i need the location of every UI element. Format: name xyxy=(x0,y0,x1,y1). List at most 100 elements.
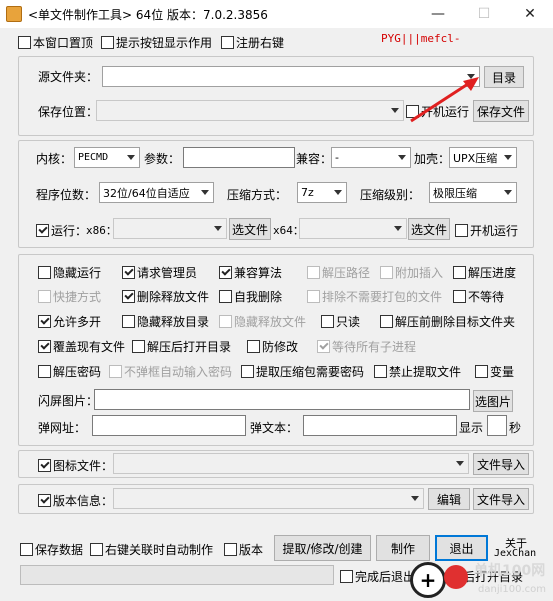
compress-method-select[interactable]: 7z xyxy=(297,182,347,203)
x86-combo[interactable] xyxy=(113,218,227,239)
extract-progress-checkbox[interactable]: 解压进度 xyxy=(453,264,516,281)
kernel-label: 内核： xyxy=(36,152,73,166)
make-button[interactable]: 制作 xyxy=(376,535,430,561)
red-arrow-annotation xyxy=(410,77,479,123)
wait-all-subprocesses-checkbox[interactable]: 等待所有子进程 xyxy=(317,338,416,355)
chevron-down-icon xyxy=(456,461,464,466)
forbid-extract-checkbox[interactable]: 禁止提取文件 xyxy=(374,363,461,380)
exclude-files-checkbox[interactable]: 排除不需要打包的文件 xyxy=(307,288,442,305)
chevron-down-icon xyxy=(411,496,419,501)
compat-select[interactable]: - xyxy=(331,147,411,168)
progress-bar xyxy=(20,565,334,585)
splash-image-label: 闪屏图片： xyxy=(38,394,99,408)
x64-autostart-checkbox[interactable]: 开机运行 xyxy=(455,222,518,239)
version-info-combo[interactable] xyxy=(113,488,424,509)
version-file-import-button[interactable]: 文件导入 xyxy=(473,488,529,510)
popup-url-label: 弹网址： xyxy=(38,421,87,435)
run-checkbox[interactable]: 运行： xyxy=(36,222,87,239)
icon-file-combo[interactable] xyxy=(113,453,469,474)
delete-target-before-extract-checkbox[interactable]: 解压前删除目标文件夹 xyxy=(380,313,515,330)
kernel-select[interactable]: PECMD xyxy=(74,147,140,168)
select-x64-file-button[interactable]: 选文件 xyxy=(408,218,450,240)
app-icon xyxy=(6,6,22,22)
bits-label: 程序位数： xyxy=(36,188,97,202)
chevron-down-icon xyxy=(391,108,399,113)
tag-text: PYG|||mefcl- xyxy=(381,32,461,45)
icon-file-checkbox[interactable]: 图标文件： xyxy=(38,457,113,474)
attach-insert-checkbox[interactable]: 附加插入 xyxy=(380,264,443,281)
compat-algorithm-checkbox[interactable]: 兼容算法 xyxy=(219,264,282,281)
save-location-label: 保存位置： xyxy=(38,105,99,119)
source-folder-label: 源文件夹： xyxy=(38,70,99,84)
shell-label: 加壳： xyxy=(414,152,451,166)
bits-select[interactable]: 32位/64位自适应 xyxy=(99,182,214,203)
self-delete-checkbox[interactable]: 自我删除 xyxy=(219,288,282,305)
compress-method-label: 压缩方式： xyxy=(227,188,288,202)
hide-release-files-checkbox[interactable]: 隐藏释放文件 xyxy=(219,313,306,330)
exit-after-done-checkbox[interactable]: 完成后退出 xyxy=(340,568,415,585)
select-x86-file-button[interactable]: 选文件 xyxy=(229,218,271,240)
save-data-checkbox[interactable]: 保存数据 xyxy=(20,541,83,558)
close-button[interactable]: ✕ xyxy=(507,0,553,28)
watermark-logo-icon: + xyxy=(410,562,446,598)
maximize-button[interactable]: ☐ xyxy=(461,0,507,28)
edit-version-button[interactable]: 编辑 xyxy=(428,488,470,510)
shell-select[interactable]: UPX压缩 xyxy=(449,147,517,168)
popup-text-label: 弹文本： xyxy=(250,421,299,435)
seconds-input[interactable] xyxy=(487,415,507,436)
popup-text-input[interactable] xyxy=(303,415,457,436)
auto-input-password-checkbox[interactable]: 不弹框自动输入密码 xyxy=(109,363,232,380)
variable-checkbox[interactable]: 变量 xyxy=(475,363,514,380)
no-wait-checkbox[interactable]: 不等待 xyxy=(453,288,504,305)
watermark-url: danji100.com xyxy=(478,584,546,595)
icon-file-import-button[interactable]: 文件导入 xyxy=(473,453,529,475)
chevron-down-icon xyxy=(127,155,135,160)
params-label: 参数： xyxy=(144,152,181,166)
save-location-combo[interactable] xyxy=(96,100,404,121)
chevron-down-icon xyxy=(504,190,512,195)
compress-level-label: 压缩级别： xyxy=(360,188,421,202)
extract-modify-create-button[interactable]: 提取/修改/创建 xyxy=(274,535,371,561)
overwrite-existing-checkbox[interactable]: 覆盖现有文件 xyxy=(38,338,125,355)
minimize-button[interactable]: — xyxy=(415,0,461,28)
compress-level-select[interactable]: 极限压缩 xyxy=(429,182,517,203)
chevron-down-icon xyxy=(398,155,406,160)
window-title: <单文件制作工具> 64位 版本：7.0.2.3856 xyxy=(28,8,268,22)
params-input[interactable] xyxy=(183,147,295,168)
open-dir-after-extract-checkbox[interactable]: 解压后打开目录 xyxy=(132,338,231,355)
extract-password-checkbox[interactable]: 解压密码 xyxy=(38,363,101,380)
allow-multi-instance-checkbox[interactable]: 允许多开 xyxy=(38,313,101,330)
hide-release-dir-checkbox[interactable]: 隐藏释放目录 xyxy=(122,313,209,330)
popup-url-input[interactable] xyxy=(92,415,246,436)
exit-button[interactable]: 退出 xyxy=(435,535,488,561)
show-button-tips-checkbox[interactable]: 提示按钮显示作用 xyxy=(101,34,212,51)
chevron-down-icon xyxy=(214,226,222,231)
anti-modify-checkbox[interactable]: 防修改 xyxy=(247,338,298,355)
x64-combo[interactable] xyxy=(299,218,407,239)
hide-run-checkbox[interactable]: 隐藏运行 xyxy=(38,264,101,281)
version-checkbox[interactable]: 版本 xyxy=(224,541,263,558)
splash-image-input[interactable] xyxy=(94,389,470,410)
chevron-down-icon xyxy=(504,155,512,160)
watermark-text: 单机100网 xyxy=(474,563,546,579)
chevron-down-icon xyxy=(394,226,402,231)
delete-released-files-checkbox[interactable]: 删除释放文件 xyxy=(122,288,209,305)
read-only-checkbox[interactable]: 只读 xyxy=(321,313,360,330)
chevron-down-icon xyxy=(201,190,209,195)
register-right-click-checkbox[interactable]: 注册右键 xyxy=(221,34,284,51)
dir-button[interactable]: 目录 xyxy=(484,66,524,88)
request-admin-checkbox[interactable]: 请求管理员 xyxy=(122,264,197,281)
extract-requires-password-checkbox[interactable]: 提取压缩包需要密码 xyxy=(241,363,364,380)
select-image-button[interactable]: 选图片 xyxy=(473,390,513,412)
right-click-auto-make-checkbox[interactable]: 右键关联时自动制作 xyxy=(90,541,213,558)
extract-path-checkbox[interactable]: 解压路径 xyxy=(307,264,370,281)
version-info-checkbox[interactable]: 版本信息： xyxy=(38,492,113,509)
show-label: 显示 xyxy=(459,421,484,435)
watermark-dot-icon xyxy=(444,565,468,589)
chevron-down-icon xyxy=(334,190,342,195)
stay-on-top-checkbox[interactable]: 本窗口置顶 xyxy=(18,34,93,51)
compat-label: 兼容： xyxy=(296,152,333,166)
seconds-label: 秒 xyxy=(509,421,522,435)
author-label[interactable]: JexChan xyxy=(494,548,536,559)
shortcut-checkbox[interactable]: 快捷方式 xyxy=(38,288,101,305)
